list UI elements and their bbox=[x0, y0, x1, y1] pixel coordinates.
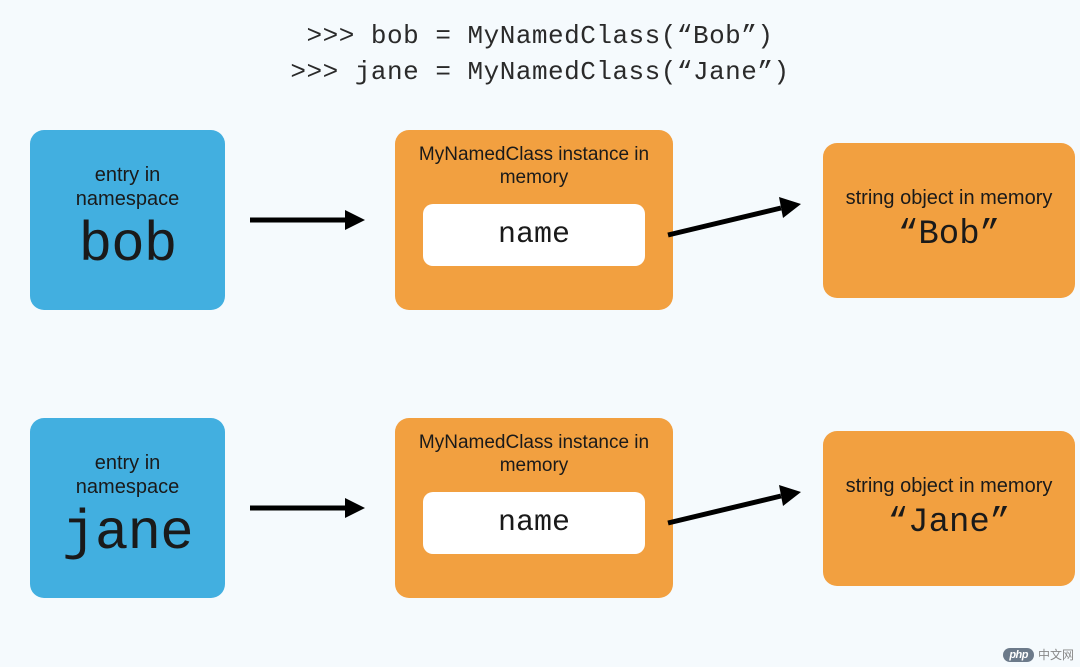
instance-label: MyNamedClass instance in memory bbox=[409, 432, 659, 478]
namespace-label: entry in namespace bbox=[42, 451, 213, 499]
attr-name-box: name bbox=[423, 204, 645, 266]
arrow-icon bbox=[245, 493, 365, 523]
instance-box-bob: MyNamedClass instance in memory name bbox=[395, 130, 673, 310]
string-value-bob: “Bob” bbox=[898, 216, 1000, 254]
string-label: string object in memory bbox=[846, 474, 1053, 498]
diagram-row-jane: entry in namespace jane MyNamedClass ins… bbox=[30, 418, 1075, 598]
string-value-jane: “Jane” bbox=[888, 504, 1010, 542]
code-snippet: >>> bob = MyNamedClass(“Bob”) >>> jane =… bbox=[0, 0, 1080, 91]
string-label: string object in memory bbox=[846, 186, 1053, 210]
namespace-box-jane: entry in namespace jane bbox=[30, 418, 225, 598]
code-line-1: >>> bob = MyNamedClass(“Bob”) bbox=[0, 18, 1080, 54]
diagram-row-bob: entry in namespace bob MyNamedClass inst… bbox=[30, 130, 1075, 310]
instance-label: MyNamedClass instance in memory bbox=[409, 144, 659, 190]
watermark: php 中文网 bbox=[1003, 646, 1074, 663]
string-box-bob: string object in memory “Bob” bbox=[823, 143, 1075, 298]
namespace-label: entry in namespace bbox=[42, 163, 213, 211]
watermark-badge: php bbox=[1003, 648, 1034, 662]
arrow-icon bbox=[663, 478, 803, 538]
namespace-box-bob: entry in namespace bob bbox=[30, 130, 225, 310]
attr-name-box: name bbox=[423, 492, 645, 554]
watermark-text: 中文网 bbox=[1038, 646, 1074, 663]
string-box-jane: string object in memory “Jane” bbox=[823, 431, 1075, 586]
arrow-icon bbox=[245, 205, 365, 235]
instance-box-jane: MyNamedClass instance in memory name bbox=[395, 418, 673, 598]
namespace-var-jane: jane bbox=[62, 501, 192, 565]
namespace-var-bob: bob bbox=[79, 213, 177, 277]
code-line-2: >>> jane = MyNamedClass(“Jane”) bbox=[0, 54, 1080, 90]
arrow-icon bbox=[663, 190, 803, 250]
